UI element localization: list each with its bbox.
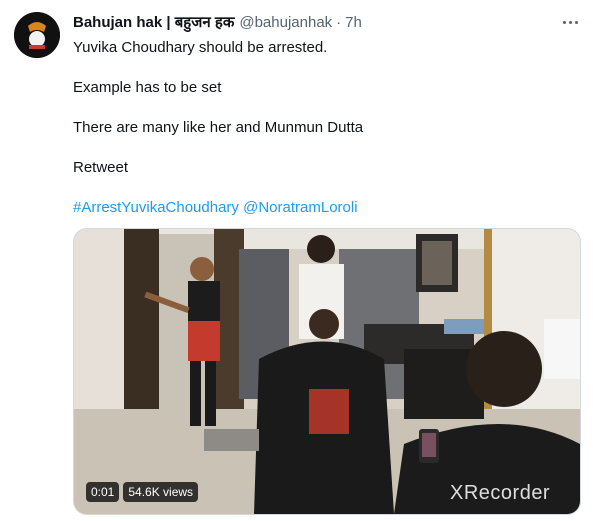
video-duration: 0:01 (86, 482, 120, 502)
tweet-text-line-2: Example has to be set (73, 79, 222, 96)
tweet-text-line-4: Retweet (73, 159, 129, 176)
video-watermark: XRecorder (450, 482, 551, 504)
tweet-links: #ArrestYuvikaChoudhary @NoratramLoroli (73, 198, 358, 218)
mention-link[interactable]: @NoratramLoroli (243, 199, 357, 216)
video-frame (74, 229, 580, 514)
separator-dot: · (336, 13, 342, 31)
tweet-text-line-1: Yuvika Choudhary should be arrested. (73, 39, 328, 56)
video-player[interactable] (73, 228, 581, 515)
tweet-text-line-3: There are many like her and Munmun Dutta (73, 119, 364, 136)
video-views: 54.6K views (123, 482, 199, 502)
tweet-timestamp[interactable]: 7h (345, 14, 362, 31)
tweet-header: Bahujan hak | बहुजन हक @bahujanhak · 7h (73, 12, 362, 32)
author-handle[interactable]: @bahujanhak (239, 14, 332, 31)
video-info-badges: 0:01 54.6K views (86, 482, 199, 502)
hashtag-link[interactable]: #ArrestYuvikaChoudhary (73, 199, 239, 216)
author-name[interactable]: Bahujan hak | बहुजन हक (73, 12, 234, 32)
author-avatar[interactable] (14, 12, 60, 58)
avatar-logo-icon (14, 12, 60, 58)
tweet-card[interactable]: Bahujan hak | बहुजन हक @bahujanhak · 7h … (0, 0, 593, 521)
more-options-icon[interactable] (560, 14, 580, 30)
